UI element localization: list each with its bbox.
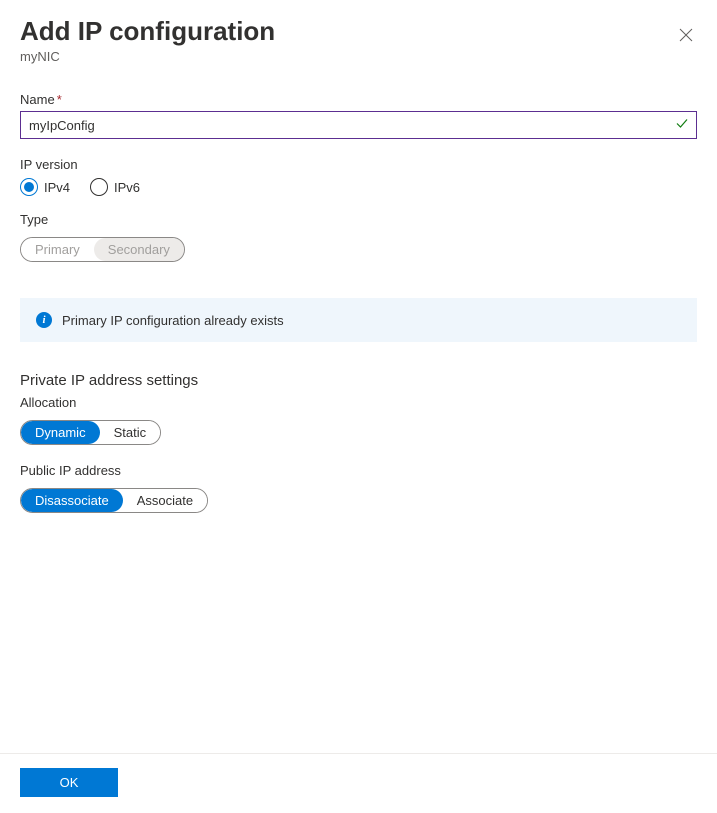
ipv6-radio[interactable]: IPv6 — [90, 178, 140, 196]
info-message-box: i Primary IP configuration already exist… — [20, 298, 697, 342]
ip-version-label: IP version — [20, 157, 697, 172]
info-icon: i — [36, 312, 52, 328]
public-ip-pill-group[interactable]: Disassociate Associate — [20, 488, 208, 513]
type-label: Type — [20, 212, 697, 227]
close-icon — [679, 28, 693, 42]
required-indicator: * — [57, 92, 62, 107]
ipv4-radio[interactable]: IPv4 — [20, 178, 70, 196]
allocation-static-option[interactable]: Static — [100, 421, 161, 444]
public-ip-label: Public IP address — [20, 463, 697, 478]
check-icon — [675, 117, 689, 134]
close-button[interactable] — [675, 24, 697, 51]
allocation-label: Allocation — [20, 395, 697, 410]
private-ip-heading: Private IP address settings — [20, 372, 697, 389]
page-subtitle: myNIC — [20, 49, 275, 64]
public-ip-associate-option[interactable]: Associate — [123, 489, 207, 512]
ipv4-label: IPv4 — [44, 180, 70, 195]
info-message-text: Primary IP configuration already exists — [62, 313, 284, 328]
page-title: Add IP configuration — [20, 16, 275, 47]
name-input[interactable] — [20, 111, 697, 139]
type-primary-option: Primary — [21, 238, 94, 261]
ok-button[interactable]: OK — [20, 768, 118, 797]
type-secondary-option: Secondary — [94, 238, 184, 261]
radio-icon — [90, 178, 108, 196]
radio-icon — [20, 178, 38, 196]
type-pill-group: Primary Secondary — [20, 237, 185, 262]
allocation-dynamic-option[interactable]: Dynamic — [21, 421, 100, 444]
name-label: Name* — [20, 92, 697, 107]
ipv6-label: IPv6 — [114, 180, 140, 195]
public-ip-disassociate-option[interactable]: Disassociate — [21, 489, 123, 512]
allocation-pill-group[interactable]: Dynamic Static — [20, 420, 161, 445]
